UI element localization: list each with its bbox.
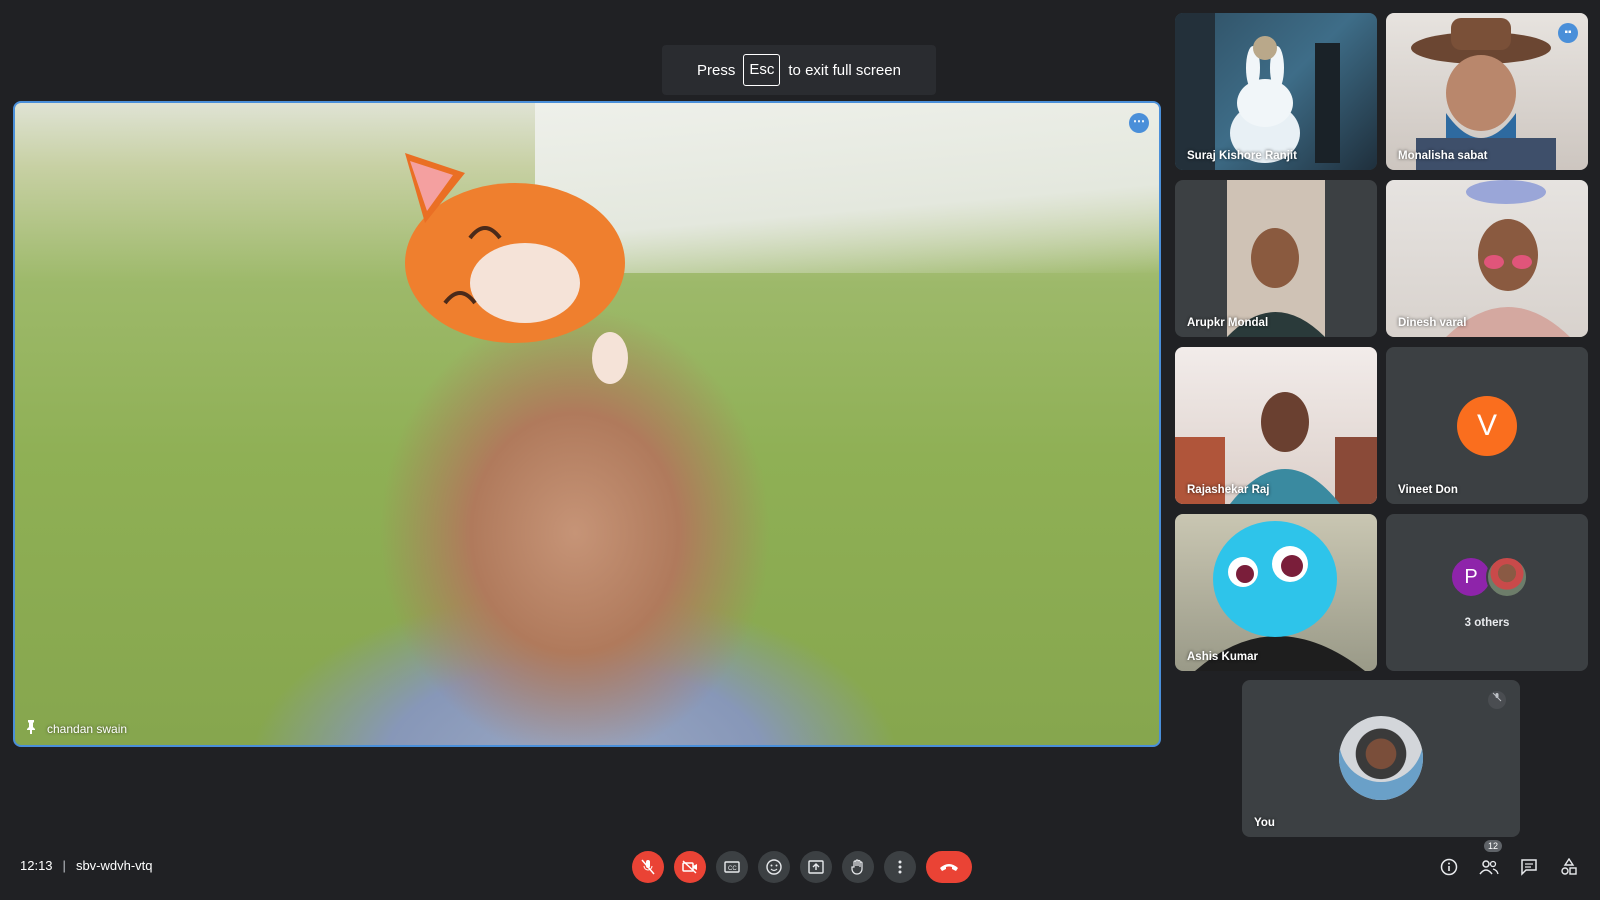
main-video-tile[interactable]: ⋯ chandan swain [13, 101, 1161, 747]
emoji-icon [766, 859, 782, 875]
info-icon [1440, 858, 1458, 876]
camera-off-icon [682, 860, 697, 874]
captions-icon: CC [724, 861, 740, 873]
mic-toggle-button[interactable] [632, 851, 664, 883]
svg-text:CC: CC [728, 866, 737, 872]
participant-tile[interactable]: Ashis Kumar [1175, 514, 1377, 671]
hand-icon [851, 859, 863, 875]
captions-button[interactable]: CC [716, 851, 748, 883]
participant-avatar: V [1457, 396, 1517, 456]
activities-button[interactable] [1558, 856, 1580, 878]
mic-off-icon [1488, 691, 1506, 709]
fullscreen-banner: Press Esc to exit full screen [662, 45, 936, 95]
people-icon [1479, 860, 1499, 875]
present-screen-icon [808, 860, 824, 874]
leave-call-button[interactable] [926, 851, 972, 883]
fullscreen-press-text: Press [697, 61, 736, 79]
participant-video [1175, 13, 1377, 170]
present-button[interactable] [800, 851, 832, 883]
participant-name: Suraj Kishore Ranjit [1187, 150, 1297, 162]
activities-icon [1561, 858, 1577, 875]
speaking-indicator-icon: ▪▪ [1558, 23, 1578, 43]
chat-icon [1521, 859, 1537, 876]
participant-name: Monalisha sabat [1398, 150, 1488, 162]
participant-video [1386, 180, 1588, 337]
others-count-label: 3 others [1464, 617, 1510, 629]
self-avatar [1339, 716, 1423, 800]
main-tile-label: chandan swain [25, 720, 127, 737]
more-vert-icon [898, 860, 902, 874]
esc-key: Esc [743, 54, 781, 86]
participant-tile[interactable]: V Vineet Don [1386, 347, 1588, 504]
tile-options-icon[interactable]: ⋯ [1129, 113, 1149, 133]
raise-hand-button[interactable] [842, 851, 874, 883]
participant-tile[interactable]: Dinesh varal [1386, 180, 1588, 337]
main-participant-name: chandan swain [47, 721, 128, 736]
participant-name: Dinesh varal [1398, 317, 1467, 329]
self-name: You [1254, 817, 1275, 829]
participant-name: Arupkr Mondal [1187, 317, 1269, 329]
participant-tile[interactable]: Suraj Kishore Ranjit [1175, 13, 1377, 170]
people-button[interactable]: 12 [1478, 840, 1503, 878]
meeting-code: sbv-wdvh-vtq [75, 858, 153, 873]
camera-toggle-button[interactable] [674, 851, 706, 883]
participant-video [1175, 514, 1377, 671]
reactions-button[interactable] [758, 851, 790, 883]
self-tile[interactable]: You [1242, 680, 1520, 837]
participant-name: Vineet Don [1398, 484, 1458, 496]
meeting-separator: | [62, 858, 66, 873]
participant-name: Ashis Kumar [1187, 651, 1258, 663]
participant-avatar-photo [1486, 556, 1528, 598]
participant-video [1175, 347, 1377, 504]
meeting-info: 12:13 | sbv-wdvh-vtq [20, 858, 153, 873]
participant-name: Rajashekar Raj [1187, 484, 1270, 496]
participant-video [1175, 180, 1377, 337]
participants-count-badge: 12 [1484, 840, 1503, 852]
others-tile[interactable]: P 3 others [1386, 514, 1588, 671]
others-avatars: P [1450, 556, 1528, 598]
pin-icon[interactable] [25, 720, 37, 737]
meeting-side-controls: 12 [1438, 840, 1580, 878]
participant-tile[interactable]: Rajashekar Raj [1175, 347, 1377, 504]
fullscreen-suffix-text: to exit full screen [788, 61, 901, 79]
bunny-filter-image [1175, 13, 1340, 170]
meeting-time: 12:13 [20, 858, 53, 873]
cat-filter-image [405, 153, 628, 384]
hang-up-icon [940, 864, 958, 871]
chat-button[interactable] [1518, 856, 1540, 878]
fish-filter-image [1195, 521, 1365, 671]
participant-tile[interactable]: Arupkr Mondal [1175, 180, 1377, 337]
mic-off-icon [641, 859, 655, 875]
call-controls: CC [632, 851, 972, 883]
more-options-button[interactable] [884, 851, 916, 883]
participant-tile[interactable]: ▪▪ Monalisha sabat [1386, 13, 1588, 170]
meeting-details-button[interactable] [1438, 856, 1460, 878]
